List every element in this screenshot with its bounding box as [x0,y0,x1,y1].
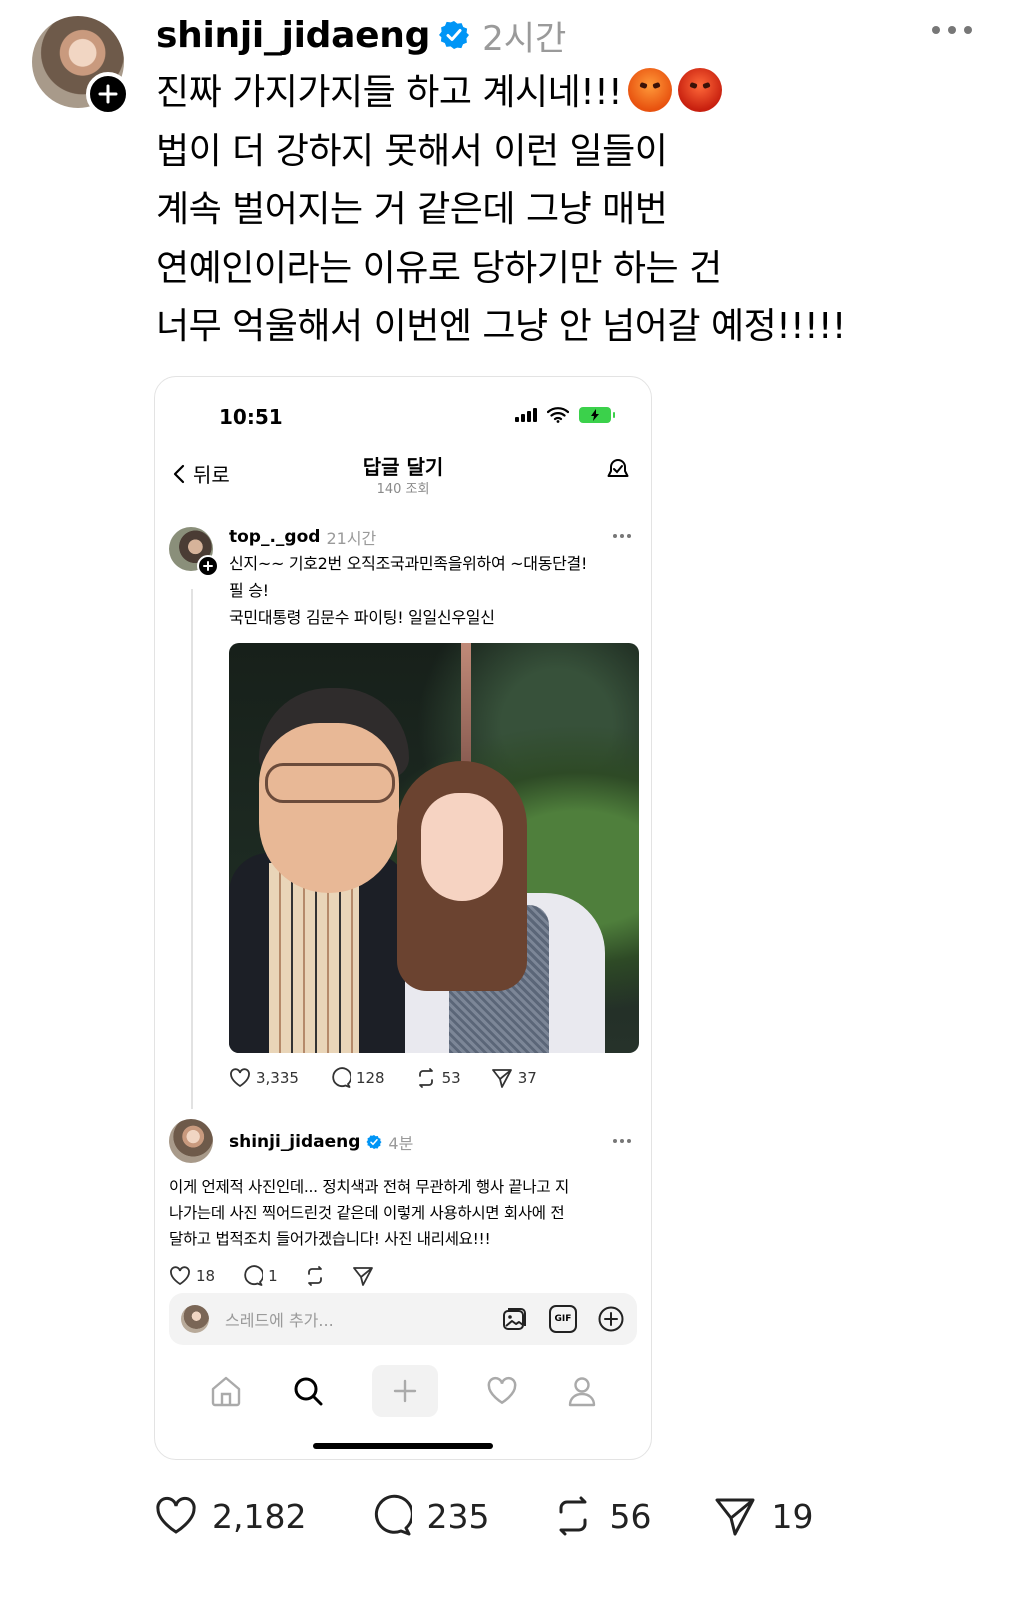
notification-bell-icon[interactable] [605,457,631,487]
follow-plus-icon[interactable] [197,555,219,577]
comment-count: 128 [355,1069,385,1087]
send-icon [352,1267,373,1286]
share-count: 19 [771,1496,814,1536]
post-photo[interactable] [229,643,639,1053]
post-text: 진짜 가지가지들 하고 계시네!!! &$!#% 법이 더 강하지 못해서 이런 … [156,64,976,357]
add-circle-icon[interactable] [597,1305,625,1333]
profile-icon[interactable] [567,1375,597,1407]
comment-icon [244,1265,264,1286]
gif-icon[interactable]: GIF [549,1305,577,1333]
comment-count: 1 [268,1267,278,1285]
repost-button[interactable]: 56 [551,1494,651,1538]
like-count: 3,335 [256,1069,299,1087]
like-button[interactable]: 18 [169,1266,215,1286]
new-thread-button[interactable] [371,1365,438,1417]
username[interactable]: shinji_jidaeng [229,1132,360,1152]
repost-button[interactable] [304,1265,326,1287]
image-icon[interactable] [501,1305,529,1333]
comment-icon [332,1067,351,1088]
comment-button[interactable]: 128 [329,1067,385,1089]
page-title: 답글 달기 [362,455,444,479]
post-header: shinji_jidaeng 2시간 [156,12,567,59]
more-options-icon[interactable] [613,1139,631,1145]
comment-button[interactable]: 1 [241,1265,278,1287]
like-button[interactable]: 2,182 [154,1496,306,1536]
reply-composer[interactable]: 스레드에 추가... GIF [169,1293,637,1345]
more-options-icon[interactable] [932,20,972,40]
heart-icon [156,1496,196,1534]
reply-line: 나가는데 사진 찍어드린것 같은데 이렇게 사용하시면 회사에 전 [169,1204,565,1222]
reply-text: 신지~~ 기호2번 오직조국과민족을위하여 ~대동단결! 필 승! 국민대통령 … [229,550,587,631]
post-time: 2시간 [482,18,567,59]
comment-button[interactable]: 235 [368,1494,489,1538]
share-button[interactable] [352,1265,374,1287]
wifi-icon [547,407,569,423]
reply-text: 이게 언제적 사진인데... 정치색과 전혀 무관하게 행사 끝나고 지 나가는… [169,1174,569,1252]
cursing-face-emoji-icon: &$!#% [678,68,723,127]
repost-button[interactable]: 53 [415,1067,461,1089]
share-button[interactable]: 19 [713,1494,813,1538]
home-icon[interactable] [209,1375,243,1407]
send-icon [715,1498,755,1536]
repost-icon [307,1266,322,1286]
reply-line: 국민대통령 김문수 파이팅! 일일신우일신 [229,608,495,627]
share-button[interactable]: 37 [491,1067,537,1089]
comment-count: 235 [426,1496,490,1536]
view-count: 140 조회 [376,482,430,497]
reply-header: shinji_jidaeng 4분 [229,1130,413,1154]
search-icon[interactable] [292,1375,324,1407]
heart-icon [170,1266,190,1286]
repost-icon [559,1496,587,1536]
share-count: 37 [517,1069,537,1087]
heart-icon[interactable] [486,1376,518,1406]
reply-line: 이게 언제적 사진인데... 정치색과 전혀 무관하게 행사 끝나고 지 [169,1178,569,1196]
comment-icon [375,1494,413,1536]
reply-time: 21시간 [326,529,377,548]
verified-badge-icon [366,1135,382,1149]
battery-icon [579,407,615,423]
tab-bar [155,1363,651,1419]
reply-time: 4분 [388,1134,414,1153]
post-actions: 2,182 235 56 19 [154,1494,813,1538]
status-icons [515,407,615,423]
emoji-symbols: &$!#% [689,118,711,127]
reply-actions: 18 1 [169,1265,400,1287]
username[interactable]: shinji_jidaeng [156,15,430,56]
composer-tools: GIF [501,1305,625,1333]
thread-line [191,589,193,1109]
post-line: 진짜 가지가지들 하고 계시네!!! &$!#% [156,64,976,127]
post-line: 연예인이라는 이유로 당하기만 하는 건 [156,247,722,289]
follow-plus-icon[interactable] [86,72,130,116]
send-icon [491,1069,512,1088]
avatar [181,1305,209,1333]
post-line: 법이 더 강하지 못해서 이런 일들이 [156,130,668,172]
home-indicator [313,1443,493,1449]
reply-line: 신지~~ 기호2번 오직조국과민족을위하여 ~대동단결! [229,554,588,573]
reply-line: 달하고 법적조치 들어가겠습니다! 사진 내리세요!!! [169,1230,491,1248]
angry-face-emoji-icon [628,68,673,112]
signal-icon [515,408,537,422]
like-button[interactable]: 3,335 [229,1068,299,1088]
repost-icon [418,1068,433,1088]
plus-icon [393,1379,417,1403]
post-line-text: 진짜 가지가지들 하고 계시네!!! [156,72,623,113]
reply-header: top_._god 21시간 [229,525,376,549]
embedded-screenshot[interactable]: 10:51 뒤로 답글 달기 140 조회 top_._god 21시간 신지~… [154,376,652,1460]
like-count: 2,182 [212,1496,307,1536]
reply-actions: 3,335 128 53 37 [229,1067,567,1089]
avatar[interactable] [169,1119,213,1163]
reply-line: 필 승! [229,581,269,600]
composer-placeholder[interactable]: 스레드에 추가... [225,1307,501,1331]
verified-badge-icon [438,19,470,51]
repost-count: 53 [441,1069,461,1087]
username[interactable]: top_._god [229,527,320,547]
repost-count: 56 [609,1496,652,1536]
post-line: 너무 억울해서 이번엔 그냥 안 넘어갈 예정!!!!! [156,306,846,347]
post-line: 계속 벌어지는 거 같은데 그냥 매번 [156,189,668,230]
status-time: 10:51 [219,405,283,429]
like-count: 18 [196,1267,216,1285]
more-options-icon[interactable] [613,534,631,540]
heart-icon [230,1068,250,1088]
